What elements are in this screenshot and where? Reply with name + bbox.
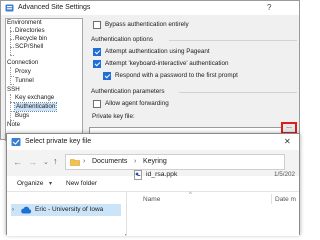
column-header-name[interactable]: Name [143,196,160,204]
respond-password-label: Respond with a password to the first pro… [115,72,238,79]
bypass-auth-checkbox[interactable] [93,21,101,29]
breadcrumb-sep-icon: › [134,158,137,165]
tree-item-proxy[interactable]: Proxy [15,68,31,76]
file-name[interactable]: id_rsa.ppk [146,171,177,179]
back-arrow-icon[interactable]: ← [13,158,22,167]
agent-forwarding-label: Allow agent forwarding [105,100,169,107]
respond-password-checkbox[interactable] [103,72,111,80]
up-arrow-icon[interactable]: ↑ [53,157,58,166]
key-file-icon [134,170,142,180]
chevron-down-icon[interactable]: ▾ [49,180,52,188]
private-key-label: Private key file: [92,113,135,120]
winscp-app-icon [5,4,14,12]
tree-item-tunnel[interactable]: Tunnel [15,77,34,85]
tree-item-directories[interactable]: Directories [15,27,45,35]
tree-item-connection[interactable]: Connection [7,59,38,67]
recent-chevron-icon[interactable]: ⌄ [43,158,49,167]
close-button[interactable]: ✕ [284,137,291,146]
window-title: Advanced Site Settings [18,4,91,11]
forward-arrow-icon[interactable]: → [28,158,37,167]
tree-item-ssh[interactable]: SSH [7,86,20,94]
select-key-file-dialog: Select private key file ✕ ← → ⌄ ↑ › Docu… [6,133,300,236]
pageant-checkbox[interactable] [93,48,101,56]
tree-item-key-exchange[interactable]: Key exchange [15,94,54,102]
cloud-icon [21,206,32,214]
app-icon [11,138,21,146]
keyboard-interactive-checkbox[interactable] [93,60,101,68]
sort-caret-icon: ^ [189,192,192,198]
advanced-site-settings-window: Advanced Site Settings ? Environment Dir… [0,0,300,141]
breadcrumb-keyring[interactable]: Keyring [143,158,167,166]
nav-item-label[interactable]: Eric - University of Iowa [35,206,103,214]
tree-item-environment[interactable]: Environment [7,19,42,27]
agent-forwarding-checkbox[interactable] [93,100,101,108]
breadcrumb-documents[interactable]: Documents [92,158,127,166]
expand-chevron-icon[interactable]: › [12,206,14,214]
new-folder-button[interactable]: New folder [66,180,97,188]
settings-tree: Environment Directories Recycle bin SCP/… [5,18,83,141]
organize-button[interactable]: Organize [17,180,43,188]
auth-params-heading: Authentication parameters [91,88,165,95]
auth-options-heading: Authentication options [91,36,153,43]
dialog-title-bar: Select private key file ✕ [7,134,299,150]
pageant-label: Attempt authentication using Pageant [105,48,210,55]
tree-item-authentication[interactable]: Authentication [13,102,58,112]
tree-item-note[interactable]: Note [7,121,20,129]
keyboard-interactive-label: Attempt 'keyboard-interactive' authentic… [105,60,229,67]
title-bar: Advanced Site Settings ? [1,1,299,15]
tree-item-recycle-bin[interactable]: Recycle bin [15,35,47,43]
bypass-auth-label: Bypass authentication entirely [105,21,189,28]
folder-icon [70,159,80,166]
file-date: 1/5/202 [274,171,296,178]
dialog-title: Select private key file [25,138,92,145]
file-row[interactable]: id_rsa.ppk 1/5/202 [134,168,295,181]
tree-item-bugs[interactable]: Bugs [15,112,29,120]
help-button[interactable]: ? [267,3,271,12]
tree-item-scp-shell[interactable]: SCP/Shell [15,43,43,51]
column-header-date[interactable]: Date m [275,196,296,204]
breadcrumb-sep-icon: › [83,158,86,165]
